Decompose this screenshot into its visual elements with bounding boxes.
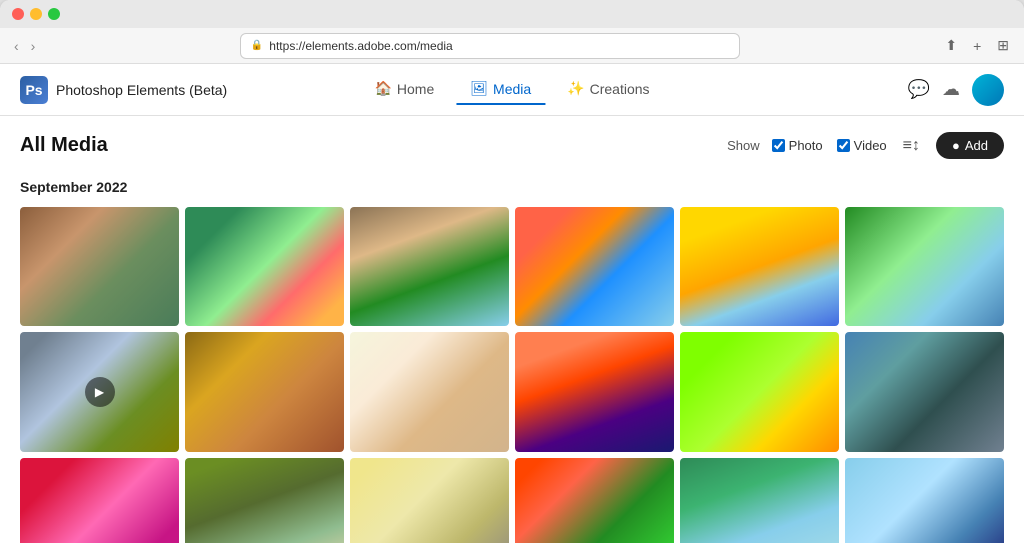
media-label: Media: [493, 81, 531, 97]
media-item-11[interactable]: [680, 332, 839, 451]
nav-home[interactable]: 🏠 Home: [360, 74, 448, 105]
address-bar[interactable]: 🔒 https://elements.adobe.com/media: [240, 33, 740, 59]
add-icon: ●: [952, 138, 960, 153]
content-area: All Media Show Photo Video ≡↕: [0, 116, 1024, 543]
media-item-18[interactable]: [845, 458, 1004, 543]
media-item-12[interactable]: [845, 332, 1004, 451]
url-text: https://elements.adobe.com/media: [269, 39, 729, 53]
nav-creations[interactable]: ✨ Creations: [553, 74, 663, 105]
page-title: All Media: [20, 134, 108, 157]
media-item-5[interactable]: [680, 207, 839, 326]
media-item-17[interactable]: [680, 458, 839, 543]
media-item-3[interactable]: [350, 207, 509, 326]
browser-toolbar: ‹ › 🔒 https://elements.adobe.com/media ⬆…: [0, 28, 1024, 64]
media-item-13[interactable]: [20, 458, 179, 543]
video-label: Video: [854, 138, 887, 153]
new-tab-button[interactable]: +: [968, 35, 986, 57]
minimize-button[interactable]: [30, 8, 42, 20]
media-item-15[interactable]: [350, 458, 509, 543]
creations-icon: ✨: [567, 80, 584, 97]
video-checkbox-label[interactable]: Video: [837, 138, 887, 153]
creations-label: Creations: [590, 81, 650, 97]
add-label: Add: [965, 138, 988, 153]
checkbox-group: Photo Video: [772, 138, 887, 153]
media-item-16[interactable]: [515, 458, 674, 543]
media-item-7[interactable]: ▶: [20, 332, 179, 451]
maximize-button[interactable]: [48, 8, 60, 20]
media-item-6[interactable]: [845, 207, 1004, 326]
back-button[interactable]: ‹: [10, 36, 23, 56]
nav-media[interactable]: 🖼 Media: [456, 74, 545, 105]
media-item-9[interactable]: [350, 332, 509, 451]
cloud-button[interactable]: ☁: [942, 79, 960, 100]
header-controls: Show Photo Video ≡↕ ● A: [727, 132, 1004, 159]
add-button[interactable]: ● Add: [936, 132, 1004, 159]
nav-right: 💬 ☁: [908, 74, 1004, 106]
toolbar-right: ⬆ + ⊞: [940, 34, 1014, 57]
section-month: September 2022: [20, 179, 1004, 195]
media-item-14[interactable]: [185, 458, 344, 543]
app-name: Photoshop Elements (Beta): [56, 82, 227, 98]
grid-button[interactable]: ⊞: [992, 34, 1014, 57]
app-logo: Ps Photoshop Elements (Beta): [20, 76, 227, 104]
home-icon: 🏠: [374, 80, 391, 97]
nav-links: 🏠 Home 🖼 Media ✨ Creations: [360, 74, 663, 105]
nav-buttons: ‹ ›: [10, 36, 39, 56]
photo-checkbox[interactable]: [772, 139, 785, 152]
show-label: Show: [727, 138, 760, 153]
security-icon: 🔒: [251, 40, 263, 51]
media-item-4[interactable]: [515, 207, 674, 326]
media-item-1[interactable]: [20, 207, 179, 326]
media-icon: 🖼: [470, 80, 488, 97]
media-item-2[interactable]: [185, 207, 344, 326]
photo-label: Photo: [789, 138, 823, 153]
traffic-lights: [12, 8, 60, 20]
browser-titlebar: [0, 0, 1024, 28]
media-item-8[interactable]: [185, 332, 344, 451]
video-play-icon: ▶: [85, 377, 115, 407]
media-item-10[interactable]: [515, 332, 674, 451]
share-button[interactable]: ⬆: [940, 34, 962, 57]
video-checkbox[interactable]: [837, 139, 850, 152]
forward-button[interactable]: ›: [27, 36, 40, 56]
media-grid-row-2: ▶: [20, 332, 1004, 451]
logo-icon: Ps: [20, 76, 48, 104]
home-label: Home: [397, 81, 434, 97]
photo-checkbox-label[interactable]: Photo: [772, 138, 823, 153]
user-avatar[interactable]: [972, 74, 1004, 106]
app-nav: Ps Photoshop Elements (Beta) 🏠 Home 🖼 Me…: [0, 64, 1024, 116]
sort-button[interactable]: ≡↕: [899, 135, 924, 157]
app-container: Ps Photoshop Elements (Beta) 🏠 Home 🖼 Me…: [0, 64, 1024, 543]
browser-window: ‹ › 🔒 https://elements.adobe.com/media ⬆…: [0, 0, 1024, 543]
media-grid-row-3: [20, 458, 1004, 543]
close-button[interactable]: [12, 8, 24, 20]
media-grid-row-1: [20, 207, 1004, 326]
content-header: All Media Show Photo Video ≡↕: [20, 116, 1004, 171]
messages-button[interactable]: 💬: [908, 79, 930, 100]
